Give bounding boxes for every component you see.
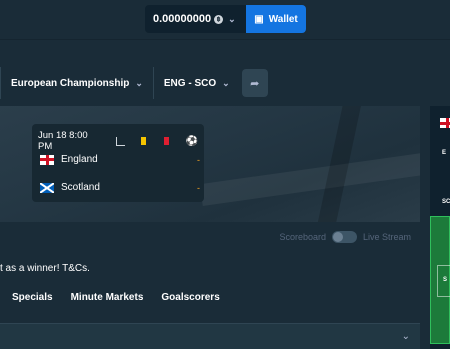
team-row-home: England - xyxy=(40,154,200,165)
promo-terms-link[interactable]: T&Cs. xyxy=(62,263,90,274)
side-panel: E SC S xyxy=(430,106,450,349)
breadcrumb-match[interactable]: ENG - SCO ⌄ xyxy=(152,67,240,99)
chevron-down-icon: ⌄ xyxy=(228,13,236,24)
scoreboard-header: Jun 18 8:00 PM ⚽ xyxy=(38,130,198,152)
balance-display[interactable]: 0.00000000 ฿ ⌄ xyxy=(145,5,246,33)
team-name: Scotland xyxy=(61,182,100,193)
scotland-flag-icon xyxy=(40,182,54,193)
crypto-coin-icon: ฿ xyxy=(214,14,224,24)
promo-banner: t as a winner! T&Cs. xyxy=(0,263,90,274)
stats-chart-icon[interactable] xyxy=(115,136,125,146)
balance-amount: 0.00000000 xyxy=(153,13,212,25)
view-toggle-bar: Scoreboard Live Stream xyxy=(0,222,420,252)
team-score: - xyxy=(197,182,200,193)
market-tabs: Specials Minute Markets Goalscorers xyxy=(12,292,220,303)
soccer-ball-icon: ⚽ xyxy=(185,135,198,147)
chevron-down-icon: ⌄ xyxy=(222,77,230,88)
breadcrumb-competition-label: European Championship xyxy=(11,77,130,89)
pitch-label: S xyxy=(443,277,448,283)
side-team-initial: E xyxy=(442,150,447,156)
england-flag-icon xyxy=(440,118,450,128)
breadcrumb: European Championship ⌄ ENG - SCO ⌄ ➦ xyxy=(0,67,268,99)
share-button[interactable]: ➦ xyxy=(241,69,268,97)
yellow-card-icon xyxy=(140,137,146,145)
side-team-abbr: SC xyxy=(442,199,450,205)
wallet-button[interactable]: ▣ Wallet xyxy=(246,5,306,33)
team-row-away: Scotland - xyxy=(40,182,200,193)
chevron-down-icon: ⌄ xyxy=(135,77,143,88)
tab-goalscorers[interactable]: Goalscorers xyxy=(161,292,219,303)
share-arrow-icon: ➦ xyxy=(250,77,260,90)
pitch-tracker: S xyxy=(430,216,450,344)
tab-specials[interactable]: Specials xyxy=(12,292,53,303)
breadcrumb-match-label: ENG - SCO xyxy=(163,77,217,89)
livestream-toggle[interactable] xyxy=(331,231,357,243)
top-bar: 0.00000000 ฿ ⌄ ▣ Wallet xyxy=(0,0,450,40)
promo-text: t as a winner! xyxy=(0,263,60,274)
red-card-icon xyxy=(163,137,169,145)
team-name: England xyxy=(61,154,98,165)
team-score: - xyxy=(197,154,200,165)
wallet-icon: ▣ xyxy=(254,13,264,25)
wallet-button-label: Wallet xyxy=(268,13,298,25)
breadcrumb-competition[interactable]: European Championship ⌄ xyxy=(0,67,153,99)
scoreboard-card: Jun 18 8:00 PM ⚽ England - Scotland - xyxy=(32,124,204,202)
scoreboard-toggle-label: Scoreboard xyxy=(279,232,326,242)
market-group-header[interactable]: ⌄ xyxy=(0,323,420,349)
england-flag-icon xyxy=(40,154,54,165)
tab-minute-markets[interactable]: Minute Markets xyxy=(71,292,144,303)
chevron-down-icon[interactable]: ⌄ xyxy=(402,331,410,342)
livestream-toggle-label: Live Stream xyxy=(362,232,411,242)
match-datetime: Jun 18 8:00 PM xyxy=(38,130,88,152)
